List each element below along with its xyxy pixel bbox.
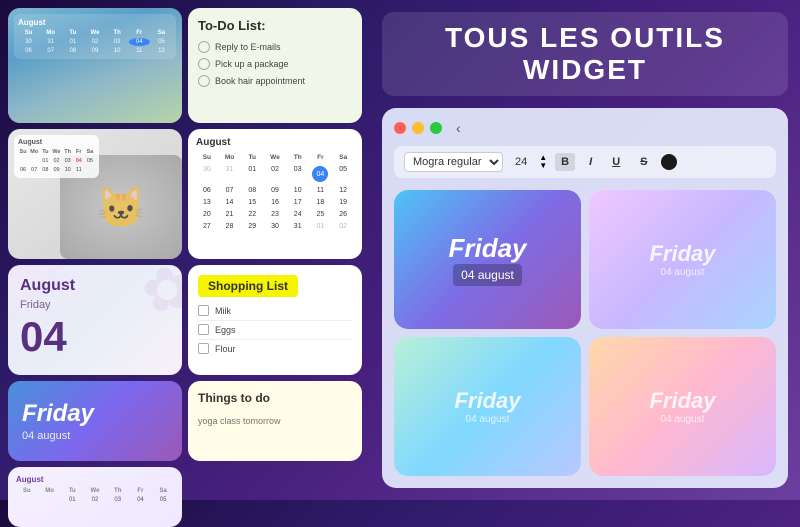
todo-widget: To-Do List: Reply to E-mails Pick up a p…	[188, 8, 362, 123]
aug-cal-grid: Su Mo Tu We Th Fr Sa 30 31 01 02 03 04 0…	[196, 152, 354, 232]
cal-hdr: Su	[18, 29, 39, 37]
aug-cal-title: August	[196, 137, 354, 148]
cat-cal-overlay: August Su Mo Tu We Th Fr Sa 01 02 03 04 …	[14, 135, 99, 178]
things-input[interactable]	[198, 416, 352, 426]
cal-hdr: Sa	[151, 29, 172, 37]
strikethrough-button[interactable]: S	[634, 153, 653, 171]
showcase-date-box-1: 04 august	[453, 264, 522, 286]
shop-text-3: Flour	[215, 344, 236, 354]
cat-calendar-widget: 🐱 August Su Mo Tu We Th Fr Sa 01 02 03 0…	[8, 129, 182, 259]
shopping-item-1: Milk	[198, 305, 352, 316]
shop-check-3[interactable]	[198, 343, 209, 354]
main-header-title: TOUS LES OUTILS WIDGET	[382, 12, 788, 96]
todo-checkbox-1[interactable]	[198, 41, 210, 53]
august-calendar-widget: August Su Mo Tu We Th Fr Sa 30 31 01 02 …	[188, 129, 362, 259]
cal-hdr: Fr	[129, 29, 150, 37]
small-cal-grid: Su Mo Tu We Th Fr Sa 01 02 03 04 05	[16, 487, 174, 504]
cal-hdr: Mo	[40, 29, 61, 37]
showcase-item-4: Friday 04 august	[589, 337, 776, 476]
showcase-date-1: 04 august	[461, 268, 514, 282]
cal-hdr: Tu	[62, 29, 83, 37]
shopping-title: Shopping List	[198, 275, 298, 297]
font-size-stepper[interactable]: ▲ ▼	[539, 154, 547, 170]
cal-hdr: Th	[107, 29, 128, 37]
font-size-value: 24	[515, 156, 527, 168]
widget-showcase: Friday 04 august Friday 04 august Friday…	[394, 190, 776, 476]
small-calendar-widget: August Su Mo Tu We Th Fr Sa 01 02 03 04 …	[8, 467, 182, 527]
todo-item-2: Pick up a package	[198, 58, 352, 70]
todo-text-1: Reply to E-mails	[215, 42, 281, 52]
august-text-widget: ✿ August Friday 04	[8, 265, 182, 375]
small-cal-month: August	[16, 475, 174, 484]
cat-cal-month: August	[18, 139, 95, 146]
right-panel: TOUS LES OUTILS WIDGET ‹ Mogra regular 2…	[370, 0, 800, 500]
shopping-list-widget: Shopping List Milk Eggs Flour	[188, 265, 362, 375]
photo-cal-month: August	[18, 18, 172, 27]
shopping-item-2: Eggs	[198, 324, 352, 335]
left-panel: August Su Mo Tu We Th Fr Sa 30 31 01 02 …	[0, 0, 370, 500]
mac-close-button[interactable]	[394, 122, 406, 134]
todo-item-3: Book hair appointment	[198, 75, 352, 87]
mac-titlebar: ‹	[394, 120, 776, 136]
shop-text-2: Eggs	[215, 325, 236, 335]
font-family-select[interactable]: Mogra regular	[404, 152, 503, 172]
friday-date: 04 august	[22, 430, 168, 442]
cat-mini-grid: Su Mo Tu We Th Fr Sa 01 02 03 04 05 06 0…	[18, 148, 95, 174]
shopping-item-3: Flour	[198, 343, 352, 354]
photo-cal-overlay: August Su Mo Tu We Th Fr Sa 30 31 01 02 …	[14, 14, 176, 59]
cal-hdr: We	[84, 29, 105, 37]
friday-day: Friday	[22, 400, 168, 428]
things-title: Things to do	[198, 391, 352, 405]
showcase-date-2: 04 august	[661, 267, 705, 278]
todo-checkbox-2[interactable]	[198, 58, 210, 70]
color-picker[interactable]	[661, 154, 677, 170]
shop-check-2[interactable]	[198, 324, 209, 335]
todo-text-2: Pick up a package	[215, 59, 289, 69]
mac-minimize-button[interactable]	[412, 122, 424, 134]
showcase-date-3: 04 august	[466, 414, 510, 425]
showcase-date-4: 04 august	[661, 414, 705, 425]
showcase-friday-1: Friday	[448, 233, 526, 264]
mac-window: ‹ Mogra regular 24 ▲ ▼ B I U S Friday 04…	[382, 108, 788, 488]
showcase-item-2: Friday 04 august	[589, 190, 776, 329]
shop-text-1: Milk	[215, 306, 231, 316]
todo-text-3: Book hair appointment	[215, 76, 305, 86]
showcase-friday-4: Friday	[649, 388, 715, 414]
bold-button[interactable]: B	[555, 153, 575, 171]
showcase-item-1: Friday 04 august	[394, 190, 581, 329]
calendar-photo-widget: August Su Mo Tu We Th Fr Sa 30 31 01 02 …	[8, 8, 182, 123]
todo-title: To-Do List:	[198, 18, 352, 33]
things-todo-widget: Things to do	[188, 381, 362, 461]
showcase-item-3: Friday 04 august	[394, 337, 581, 476]
mac-toolbar: Mogra regular 24 ▲ ▼ B I U S	[394, 146, 776, 178]
shop-check-1[interactable]	[198, 305, 209, 316]
italic-button[interactable]: I	[583, 153, 598, 171]
todo-checkbox-3[interactable]	[198, 75, 210, 87]
underline-button[interactable]: U	[606, 153, 626, 171]
mac-maximize-button[interactable]	[430, 122, 442, 134]
photo-cal-grid: Su Mo Tu We Th Fr Sa 30 31 01 02 03 04 0…	[18, 29, 172, 55]
todo-item-1: Reply to E-mails	[198, 41, 352, 53]
mac-back-button[interactable]: ‹	[456, 120, 461, 136]
friday-gradient-widget: Friday 04 august	[8, 381, 182, 461]
showcase-friday-2: Friday	[649, 241, 715, 267]
showcase-friday-3: Friday	[454, 388, 520, 414]
